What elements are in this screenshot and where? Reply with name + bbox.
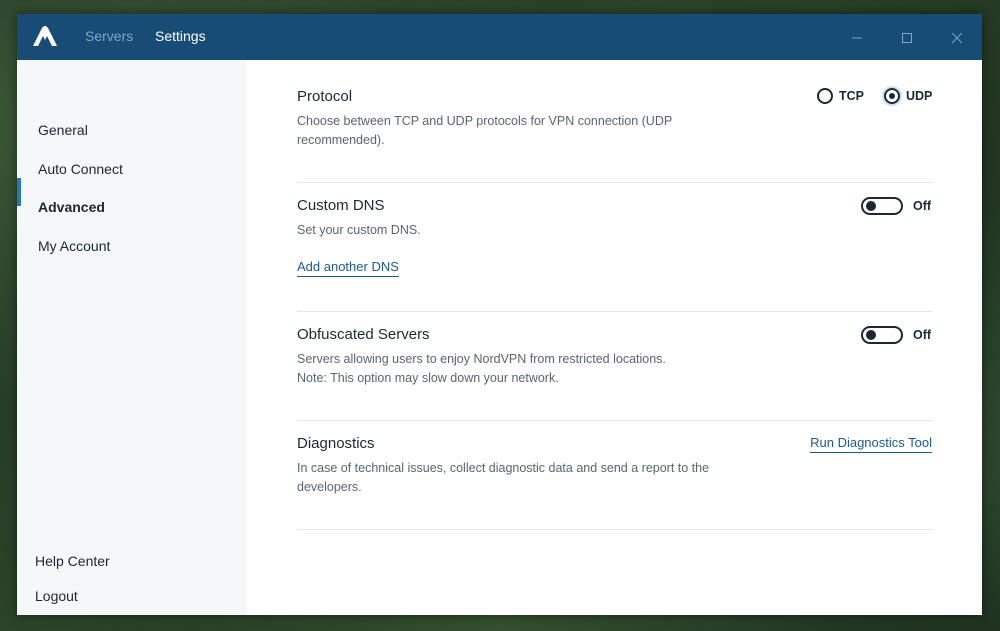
diagnostics-title: Diagnostics [297, 435, 375, 452]
maximize-button[interactable] [895, 26, 919, 50]
protocol-description: Choose between TCP and UDP protocols for… [297, 114, 672, 147]
minimize-button[interactable] [845, 26, 869, 50]
sidebar-item-general[interactable]: General [38, 122, 88, 138]
obfuscated-servers-toggle[interactable] [861, 326, 903, 344]
minimize-icon [852, 37, 862, 39]
obfuscated-servers-section: Obfuscated Servers Servers allowing user… [297, 326, 932, 421]
obfuscated-servers-description: Servers allowing users to enjoy NordVPN … [297, 352, 666, 366]
custom-dns-toggle-label: Off [913, 199, 932, 213]
custom-dns-toggle-group: Off [861, 197, 931, 215]
advanced-settings-panel: Protocol Choose between TCP and UDP prot… [247, 60, 982, 615]
maximize-icon [902, 33, 912, 43]
app-window: Servers Settings General Auto Connect Ad… [17, 14, 982, 615]
diagnostics-description: In case of technical issues, collect dia… [297, 461, 710, 494]
nordvpn-logo-icon[interactable] [31, 24, 59, 48]
obfuscated-servers-note: Note: This option may slow down your net… [297, 371, 559, 385]
tcp-label[interactable]: TCP [839, 89, 864, 103]
udp-radio[interactable] [884, 88, 900, 104]
protocol-radio-group: TCP UDP [817, 88, 932, 104]
close-icon [951, 32, 963, 44]
custom-dns-section: Custom DNS Set your custom DNS. Add anot… [297, 197, 932, 312]
close-button[interactable] [945, 26, 969, 50]
settings-sidebar: General Auto Connect Advanced My Account… [17, 60, 247, 615]
custom-dns-title: Custom DNS [297, 197, 385, 214]
obfuscated-servers-toggle-label: Off [913, 328, 932, 342]
sidebar-item-my-account[interactable]: My Account [38, 238, 110, 254]
sidebar-item-logout[interactable]: Logout [35, 588, 78, 604]
diagnostics-section: Diagnostics In case of technical issues,… [297, 435, 932, 530]
custom-dns-toggle[interactable] [861, 197, 903, 215]
active-item-marker [17, 178, 21, 206]
sidebar-item-help-center[interactable]: Help Center [35, 553, 110, 569]
protocol-title: Protocol [297, 88, 353, 105]
obfuscated-servers-title: Obfuscated Servers [297, 326, 430, 343]
udp-label[interactable]: UDP [906, 89, 932, 103]
run-diagnostics-tool-link[interactable]: Run Diagnostics Tool [810, 435, 932, 453]
sidebar-item-advanced[interactable]: Advanced [38, 199, 105, 215]
obfuscated-servers-toggle-group: Off [861, 326, 931, 344]
sidebar-item-auto-connect[interactable]: Auto Connect [38, 161, 123, 177]
tcp-radio[interactable] [817, 88, 833, 104]
protocol-section: Protocol Choose between TCP and UDP prot… [297, 88, 932, 183]
title-bar: Servers Settings [17, 14, 982, 60]
tab-settings[interactable]: Settings [155, 28, 206, 44]
tab-servers[interactable]: Servers [85, 28, 133, 44]
custom-dns-description: Set your custom DNS. [297, 223, 421, 237]
add-another-dns-link[interactable]: Add another DNS [297, 259, 399, 277]
